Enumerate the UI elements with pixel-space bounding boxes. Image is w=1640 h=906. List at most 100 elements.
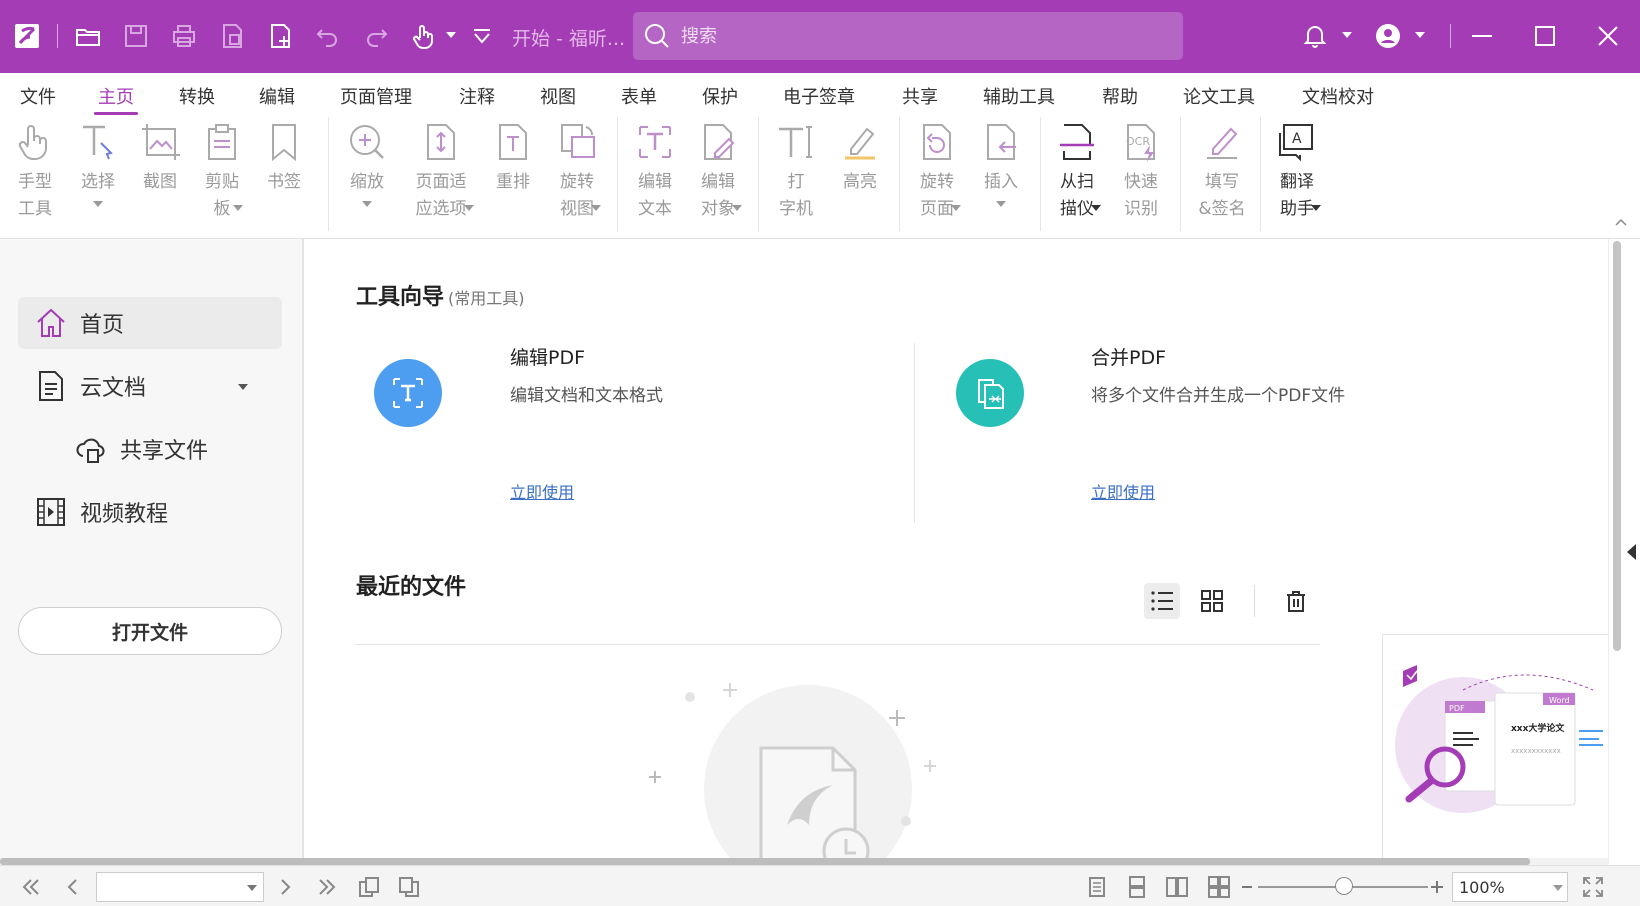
thesis-promo-card[interactable]: PDF Word xxx大学论文 xxxxxxxxxxxx [1382, 634, 1608, 864]
menu-comment[interactable]: 注释 [459, 83, 495, 109]
translate-assistant-button[interactable]: A 翻译 助手 [1266, 121, 1328, 223]
menu-edit[interactable]: 编辑 [259, 83, 295, 109]
clipboard-button[interactable]: 剪贴 板 [191, 121, 253, 223]
clipboard-dropdown-icon[interactable] [233, 205, 243, 211]
menu-accessibility[interactable]: 辅助工具 [983, 83, 1055, 109]
continuous-view-icon[interactable] [1124, 874, 1150, 900]
highlight-button[interactable]: 高亮 [829, 121, 891, 196]
page-number-input[interactable] [96, 872, 264, 902]
search-box[interactable] [633, 12, 1183, 60]
search-input[interactable] [681, 25, 1151, 47]
bookmark-button[interactable]: 书签 [253, 121, 315, 196]
zoom-slider-knob[interactable] [1335, 877, 1353, 895]
new-document-icon[interactable] [262, 18, 298, 54]
rotate-view-button[interactable]: 旋转 视图 [546, 121, 608, 223]
zoom-out-icon[interactable] [1242, 886, 1252, 888]
menu-convert[interactable]: 转换 [179, 83, 215, 109]
minimize-icon[interactable] [1464, 18, 1500, 54]
open-file-button[interactable]: 打开文件 [18, 607, 282, 655]
edit-pdf-icon[interactable] [374, 359, 442, 427]
undo-icon[interactable] [310, 18, 346, 54]
zoom-level-field[interactable]: 100% [1452, 872, 1568, 902]
hand-dropdown-icon[interactable] [446, 32, 456, 38]
reflow-button[interactable]: 重排 [482, 121, 544, 196]
facing-view-icon[interactable] [1164, 874, 1190, 900]
fit-page-button[interactable]: 页面适 应选项 [408, 121, 474, 223]
select-button[interactable]: 选择 [67, 121, 129, 207]
menu-help[interactable]: 帮助 [1102, 83, 1138, 109]
menu-file[interactable]: 文件 [20, 83, 56, 109]
right-panel-toggle-icon[interactable] [1627, 544, 1636, 560]
typewriter-button[interactable]: 打 字机 [765, 121, 827, 223]
sidebar-item-cloud-docs[interactable]: 云文档 [18, 360, 282, 412]
open-folder-icon[interactable] [70, 18, 106, 54]
sidebar-item-home[interactable]: 首页 [18, 297, 282, 349]
last-page-icon[interactable] [314, 874, 340, 900]
list-view-button[interactable] [1144, 583, 1180, 619]
insert-button[interactable]: 插入 [970, 121, 1032, 207]
sidebar-item-video-tutorials[interactable]: 视频教程 [18, 486, 282, 538]
customize-toolbar-icon[interactable] [464, 18, 500, 54]
save-icon[interactable] [118, 18, 154, 54]
single-page-view-icon[interactable] [1084, 874, 1110, 900]
horizontal-scrollbar-thumb[interactable] [0, 858, 1530, 865]
account-dropdown-icon[interactable] [1415, 32, 1425, 38]
close-icon[interactable] [1590, 18, 1626, 54]
insert-dropdown-icon[interactable] [996, 201, 1006, 207]
notification-bell-icon[interactable] [1297, 18, 1333, 54]
zoom-dropdown-icon[interactable] [362, 201, 372, 207]
rotate-page-dropdown-icon[interactable] [951, 205, 961, 211]
menu-thesis-tools[interactable]: 论文工具 [1183, 83, 1255, 109]
vertical-scrollbar[interactable] [1608, 239, 1640, 864]
zoom-in-icon[interactable] [1424, 874, 1450, 900]
menu-share[interactable]: 共享 [902, 83, 938, 109]
hand-tool-icon[interactable] [406, 18, 442, 54]
menu-protect[interactable]: 保护 [702, 83, 738, 109]
menu-home[interactable]: 主页 [94, 83, 138, 115]
select-dropdown-icon[interactable] [93, 201, 103, 207]
menu-organize[interactable]: 页面管理 [340, 83, 412, 109]
rotate-view-dropdown-icon[interactable] [591, 205, 601, 211]
fullscreen-icon[interactable] [1580, 874, 1606, 900]
zoom-level-dropdown-icon[interactable] [1553, 885, 1563, 891]
next-page-icon[interactable] [272, 874, 298, 900]
translate-dropdown-icon[interactable] [1311, 205, 1321, 211]
redo-icon[interactable] [358, 18, 394, 54]
horizontal-scrollbar[interactable] [0, 858, 1608, 865]
continuous-facing-view-icon[interactable] [1206, 874, 1232, 900]
merge-pdf-use-now-link[interactable]: 立即使用 [1091, 479, 1155, 503]
menu-proofread[interactable]: 文档校对 [1302, 83, 1374, 109]
edit-pdf-use-now-link[interactable]: 立即使用 [510, 479, 574, 503]
hand-tool-button[interactable]: 手型 工具 [4, 121, 66, 223]
maximize-icon[interactable] [1527, 18, 1563, 54]
previous-page-icon[interactable] [60, 874, 86, 900]
edit-object-button[interactable]: 编辑 对象 [687, 121, 749, 223]
fit-page-dropdown-icon[interactable] [464, 205, 474, 211]
from-scanner-button[interactable]: 从扫 描仪 [1046, 121, 1108, 223]
next-view-icon[interactable] [396, 874, 422, 900]
edit-text-button[interactable]: 编辑 文本 [624, 121, 686, 223]
print-icon[interactable] [166, 18, 202, 54]
menu-e-signature[interactable]: 电子签章 [783, 83, 855, 109]
page-properties-icon[interactable] [214, 18, 250, 54]
menu-view[interactable]: 视图 [540, 83, 576, 109]
notification-dropdown-icon[interactable] [1342, 32, 1352, 38]
edit-object-dropdown-icon[interactable] [732, 205, 742, 211]
grid-view-button[interactable] [1194, 583, 1230, 619]
first-page-icon[interactable] [18, 874, 44, 900]
cloud-docs-expand-icon[interactable] [238, 384, 248, 390]
screenshot-button[interactable]: 截图 [129, 121, 191, 196]
rotate-page-button[interactable]: 旋转 页面 [906, 121, 968, 223]
clear-recent-button[interactable] [1278, 583, 1314, 619]
collapse-ribbon-icon[interactable] [1614, 217, 1628, 227]
page-dropdown-icon[interactable] [247, 885, 257, 891]
menu-form[interactable]: 表单 [621, 83, 657, 109]
user-account-icon[interactable] [1370, 18, 1406, 54]
previous-view-icon[interactable] [356, 874, 382, 900]
vertical-scrollbar-thumb[interactable] [1613, 241, 1621, 651]
zoom-button[interactable]: 缩放 [336, 121, 398, 207]
fill-sign-button[interactable]: 填写 &签名 [1188, 121, 1256, 223]
scanner-dropdown-icon[interactable] [1091, 205, 1101, 211]
sidebar-item-shared-files[interactable]: 共享文件 [18, 423, 282, 475]
quick-ocr-button[interactable]: OCR 快速 识别 [1110, 121, 1172, 223]
